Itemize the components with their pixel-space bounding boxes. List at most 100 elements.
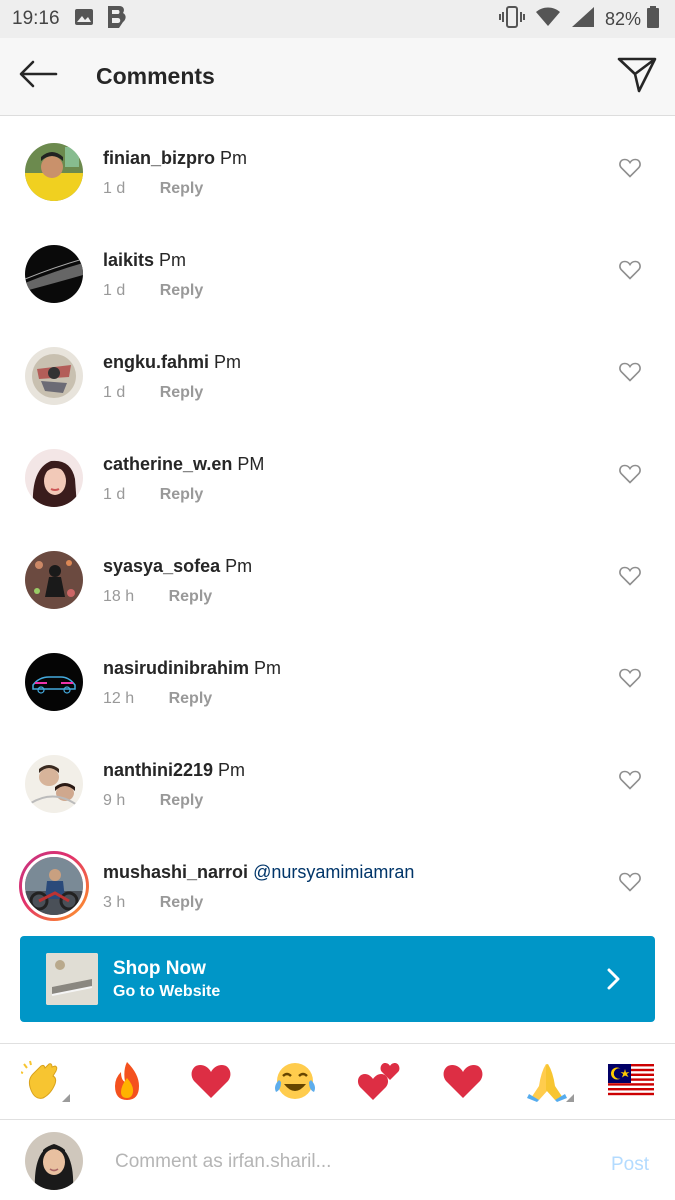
comment-time: 18 h bbox=[103, 588, 135, 605]
avatar[interactable] bbox=[25, 245, 83, 303]
status-bar: 19:16 82% bbox=[0, 0, 675, 38]
comment-username[interactable]: finian_bizpro bbox=[103, 148, 215, 168]
share-button[interactable] bbox=[615, 54, 659, 98]
more-options-indicator bbox=[566, 1094, 574, 1102]
tears-of-joy-emoji[interactable] bbox=[270, 1058, 320, 1104]
comment-text: PM bbox=[237, 454, 265, 474]
comment-input[interactable] bbox=[103, 1144, 583, 1180]
fire-emoji[interactable] bbox=[102, 1058, 152, 1104]
signal-icon bbox=[571, 6, 595, 33]
comment-text: Pm bbox=[159, 250, 187, 270]
like-button[interactable] bbox=[615, 869, 645, 899]
comment-item: engku.fahmi Pm 1 d Reply bbox=[0, 324, 675, 426]
heart-outline-icon bbox=[619, 770, 641, 795]
comment-mention[interactable]: @nursyamimiamran bbox=[253, 862, 414, 882]
comment-item: mushashi_narroi @nursyamimiamran 3 h Rep… bbox=[0, 834, 675, 936]
comment-username[interactable]: laikits bbox=[103, 250, 154, 270]
comment-time: 1 d bbox=[103, 384, 126, 401]
heart-outline-icon bbox=[619, 668, 641, 693]
like-button[interactable] bbox=[615, 461, 645, 491]
reply-button[interactable]: Reply bbox=[160, 384, 204, 401]
comment-username[interactable]: nasirudinibrahim bbox=[103, 658, 249, 678]
emoji-quick-bar bbox=[0, 1043, 675, 1120]
reply-button[interactable]: Reply bbox=[169, 690, 213, 707]
red-heart-emoji[interactable] bbox=[438, 1058, 488, 1104]
heart-outline-icon bbox=[619, 566, 641, 591]
header: Comments bbox=[0, 38, 675, 116]
status-time: 19:16 bbox=[12, 8, 60, 29]
avatar[interactable] bbox=[25, 755, 83, 813]
post-button[interactable]: Post bbox=[611, 1154, 649, 1176]
heart-outline-icon bbox=[619, 872, 641, 897]
avatar[interactable] bbox=[25, 347, 83, 405]
blogger-icon bbox=[106, 5, 128, 34]
comment-username[interactable]: mushashi_narroi bbox=[103, 862, 248, 882]
like-button[interactable] bbox=[615, 155, 645, 185]
image-icon bbox=[74, 8, 94, 31]
comment-item: nasirudinibrahim Pm 12 h Reply bbox=[0, 630, 675, 732]
clapping-hands-emoji[interactable] bbox=[18, 1058, 70, 1104]
comment-item: laikits Pm 1 d Reply bbox=[0, 222, 675, 324]
heart-outline-icon bbox=[619, 464, 641, 489]
reply-button[interactable]: Reply bbox=[160, 282, 204, 299]
like-button[interactable] bbox=[615, 359, 645, 389]
folded-hands-emoji[interactable] bbox=[522, 1058, 574, 1104]
chevron-right-icon bbox=[599, 964, 629, 994]
like-button[interactable] bbox=[615, 665, 645, 695]
comment-username[interactable]: catherine_w.en bbox=[103, 454, 232, 474]
vibrate-icon bbox=[498, 5, 525, 33]
comment-item: finian_bizpro Pm 1 d Reply bbox=[0, 120, 675, 222]
comment-time: 9 h bbox=[103, 792, 126, 809]
comment-text: Pm bbox=[225, 556, 253, 576]
comment-text: Pm bbox=[218, 760, 246, 780]
avatar[interactable] bbox=[25, 449, 83, 507]
shop-title: Shop Now bbox=[113, 958, 206, 979]
two-hearts-emoji[interactable] bbox=[354, 1058, 404, 1104]
comment-composer: Post bbox=[0, 1120, 675, 1200]
battery-level: 82% bbox=[604, 8, 641, 29]
like-button[interactable] bbox=[615, 257, 645, 287]
comment-time: 1 d bbox=[103, 486, 126, 503]
battery-icon bbox=[647, 5, 659, 33]
comment-item: catherine_w.en PM 1 d Reply bbox=[0, 426, 675, 528]
malaysia-flag-emoji[interactable] bbox=[606, 1058, 656, 1104]
comment-text: Pm bbox=[214, 352, 242, 372]
comment-username[interactable]: engku.fahmi bbox=[103, 352, 209, 372]
reply-button[interactable]: Reply bbox=[160, 180, 204, 197]
avatar[interactable] bbox=[25, 653, 83, 711]
more-options-indicator bbox=[62, 1094, 70, 1102]
reply-button[interactable]: Reply bbox=[169, 588, 213, 605]
page-title: Comments bbox=[96, 63, 215, 89]
comment-item: syasya_sofea Pm 18 h Reply bbox=[0, 528, 675, 630]
comment-username[interactable]: nanthini2219 bbox=[103, 760, 213, 780]
like-button[interactable] bbox=[615, 767, 645, 797]
avatar[interactable] bbox=[25, 551, 83, 609]
shop-now-banner[interactable]: Shop Now Go to Website bbox=[20, 936, 655, 1022]
reply-button[interactable]: Reply bbox=[160, 792, 204, 809]
reply-button[interactable]: Reply bbox=[160, 894, 204, 911]
arrow-left-icon bbox=[18, 59, 58, 94]
comment-username[interactable]: syasya_sofea bbox=[103, 556, 220, 576]
avatar-story-ring[interactable] bbox=[19, 851, 89, 921]
red-heart-emoji[interactable] bbox=[186, 1058, 236, 1104]
current-user-avatar bbox=[25, 1132, 83, 1190]
comment-item: nanthini2219 Pm 9 h Reply bbox=[0, 732, 675, 834]
heart-outline-icon bbox=[619, 362, 641, 387]
wifi-icon bbox=[535, 7, 561, 32]
comment-text: Pm bbox=[220, 148, 248, 168]
avatar bbox=[22, 854, 86, 918]
heart-outline-icon bbox=[619, 158, 641, 183]
send-icon bbox=[617, 55, 657, 98]
shop-subtitle: Go to Website bbox=[113, 983, 221, 1000]
product-thumbnail bbox=[46, 953, 98, 1005]
comment-time: 3 h bbox=[103, 894, 126, 911]
back-button[interactable] bbox=[16, 56, 60, 96]
like-button[interactable] bbox=[615, 563, 645, 593]
reply-button[interactable]: Reply bbox=[160, 486, 204, 503]
heart-outline-icon bbox=[619, 260, 641, 285]
comment-time: 1 d bbox=[103, 180, 126, 197]
avatar[interactable] bbox=[25, 143, 83, 201]
comment-time: 12 h bbox=[103, 690, 135, 707]
comment-time: 1 d bbox=[103, 282, 126, 299]
comment-text: Pm bbox=[254, 658, 282, 678]
